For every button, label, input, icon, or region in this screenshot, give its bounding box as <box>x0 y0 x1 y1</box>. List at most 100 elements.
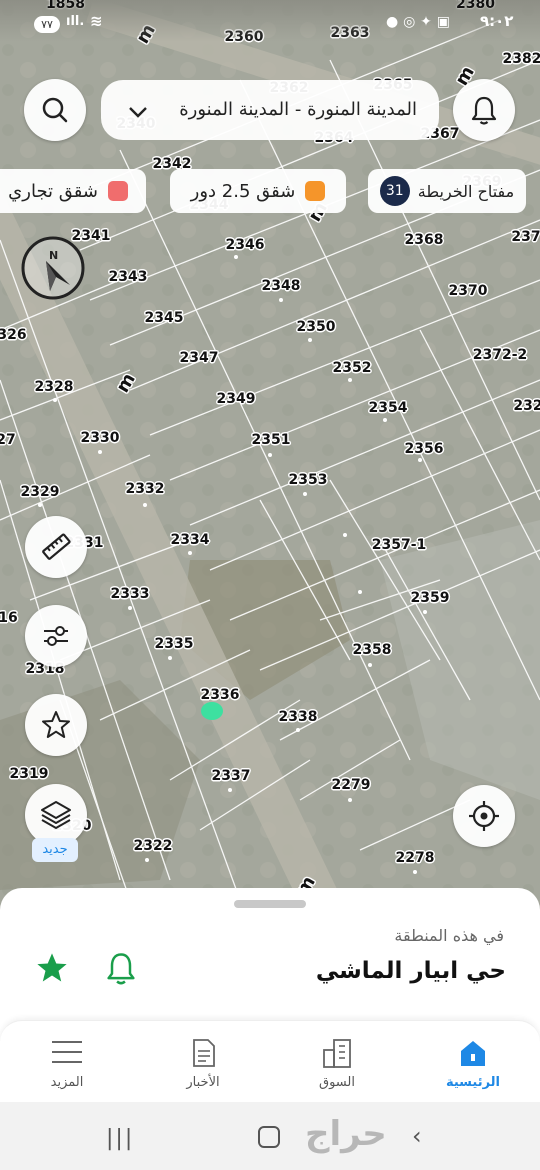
filter-commercial-label: شقق تجاري <box>8 180 98 202</box>
system-navigation-bar: ||| ‹ حراج <box>0 1102 540 1170</box>
battery-level: ٧٧ <box>41 18 53 31</box>
nav-home-label: الرئيسية <box>445 1075 501 1090</box>
nav-more-label: المزيد <box>50 1075 84 1090</box>
my-location-button[interactable] <box>453 785 515 847</box>
nav-news[interactable]: الأخبار <box>148 1021 258 1103</box>
wifi-icon: ≋ <box>90 12 103 30</box>
sliders-icon <box>44 626 68 646</box>
filter-apartments-label: شقق 2.5 دور <box>190 180 296 202</box>
area-alert-button[interactable] <box>104 950 144 990</box>
plot-number-label[interactable]: 2337 <box>212 768 251 784</box>
plot-number-label[interactable]: 2335 <box>155 636 194 652</box>
map-number-top-right: 2380 <box>456 0 495 12</box>
plot-number-label[interactable]: 2351 <box>252 432 291 448</box>
compass-button[interactable]: N <box>20 235 86 301</box>
map-key-label: مفتاح الخريطة <box>417 181 515 201</box>
plot-number-label[interactable]: 2343 <box>109 269 148 285</box>
plot-number-label[interactable]: 2333 <box>111 586 150 602</box>
plot-number-label[interactable]: 2330 <box>81 430 120 446</box>
plot-number-label[interactable]: 2336 <box>201 687 240 703</box>
search-icon <box>42 97 68 123</box>
plot-number-label[interactable]: 2350 <box>297 319 336 335</box>
measure-button[interactable] <box>25 516 87 578</box>
plot-number-label[interactable]: 2334 <box>171 532 210 548</box>
home-system-button[interactable] <box>258 1126 280 1148</box>
plot-number-label[interactable]: 2368 <box>405 232 444 248</box>
layers-button[interactable] <box>25 784 87 846</box>
bell-icon <box>471 96 497 125</box>
layers-icon <box>41 801 71 829</box>
plot-number-label[interactable]: 2338 <box>279 709 318 725</box>
plot-number-label[interactable]: 2382 <box>503 51 540 67</box>
plot-number-label[interactable]: 2347 <box>180 350 219 366</box>
nav-news-label: الأخبار <box>186 1075 220 1090</box>
svg-text:N: N <box>49 249 58 262</box>
nav-home[interactable]: الرئيسية <box>418 1021 528 1103</box>
plot-number-label[interactable]: 2354 <box>369 400 408 416</box>
filter-commercial-apartments[interactable]: شقق تجاري <box>0 169 146 213</box>
plot-number-label[interactable]: 2278 <box>396 850 435 866</box>
plot-number-label[interactable]: 232 <box>513 398 540 414</box>
plot-number-label[interactable]: 2358 <box>353 642 392 658</box>
plot-number-label[interactable]: 326 <box>0 327 27 343</box>
plot-number-label[interactable]: 2332 <box>126 481 165 497</box>
area-name: حي ابيار الماشي <box>315 958 506 984</box>
nav-market[interactable]: السوق <box>282 1021 392 1103</box>
ruler-icon <box>42 533 71 560</box>
bottom-navigation: المزيد الأخبار السوق الرئيسية <box>0 1020 540 1103</box>
plot-number-label[interactable]: 2370 <box>449 283 488 299</box>
favorites-button[interactable] <box>25 694 87 756</box>
plot-number-label[interactable]: 2372-2 <box>473 347 528 363</box>
battery-indicator: ٧٧ <box>34 16 60 33</box>
plot-number-label[interactable]: 27 <box>0 432 16 448</box>
crosshair-icon <box>469 801 499 831</box>
plot-number-label[interactable]: 2348 <box>262 278 301 294</box>
clock: ٩:٠٢ <box>480 12 514 30</box>
compass-icon: N <box>21 236 85 300</box>
plot-number-label[interactable]: 2328 <box>35 379 74 395</box>
menu-icon <box>52 1041 82 1063</box>
new-badge: جديد <box>32 838 78 862</box>
haraj-watermark: حراج <box>305 1114 387 1154</box>
commercial-color-dot <box>108 181 128 201</box>
plot-number-label[interactable]: 16 <box>0 610 18 626</box>
star-icon <box>42 711 70 738</box>
search-button[interactable] <box>24 79 86 141</box>
status-bar: 1858 ٧٧ ıll. ≋ 2380 ● ◎ ✦ ▣ ٩:٠٢ <box>0 0 540 42</box>
plot-number-label[interactable]: 2345 <box>145 310 184 326</box>
buildings-icon <box>323 1039 351 1068</box>
selected-plot-marker <box>201 702 223 720</box>
notification-icons: ● ◎ ✦ ▣ <box>386 14 451 30</box>
recent-apps-button[interactable]: ||| <box>106 1126 134 1151</box>
plot-number-label[interactable]: 2279 <box>332 777 371 793</box>
location-label: المدينة المنورة - المدينة المنورة <box>179 99 417 120</box>
plot-number-label[interactable]: 2359 <box>411 590 450 606</box>
signal-icon: ıll. <box>66 14 85 29</box>
nav-more[interactable]: المزيد <box>12 1021 122 1103</box>
nav-market-label: السوق <box>319 1075 355 1090</box>
filters-button[interactable] <box>25 605 87 667</box>
sheet-drag-handle[interactable] <box>234 900 306 908</box>
plot-number-label[interactable]: 237 <box>511 229 540 245</box>
plot-number-label[interactable]: 2353 <box>289 472 328 488</box>
plot-number-label[interactable]: 2319 <box>10 766 49 782</box>
favorite-area-button[interactable] <box>34 950 74 990</box>
apartments-color-dot <box>305 181 326 201</box>
plot-number-label[interactable]: 2329 <box>21 484 60 500</box>
plot-number-label[interactable]: 2357-1 <box>372 537 427 553</box>
notifications-button[interactable] <box>453 79 515 141</box>
back-system-button[interactable]: ‹ <box>412 1122 422 1150</box>
map-key-button[interactable]: 31 مفتاح الخريطة <box>368 169 526 213</box>
star-icon <box>37 953 67 982</box>
plot-number-label[interactable]: 2356 <box>405 441 444 457</box>
map-number-top-left: 1858 <box>46 0 85 12</box>
plot-number-label[interactable]: 2352 <box>333 360 372 376</box>
home-icon <box>461 1041 485 1066</box>
plot-number-label[interactable]: 2346 <box>226 237 265 253</box>
filter-apartments-2-5[interactable]: شقق 2.5 دور <box>170 169 346 213</box>
plot-number-label[interactable]: 2349 <box>217 391 256 407</box>
chevron-down-icon <box>129 107 147 118</box>
location-selector[interactable]: المدينة المنورة - المدينة المنورة <box>101 80 439 140</box>
plot-number-label[interactable]: 2322 <box>134 838 173 854</box>
map-key-count-badge: 31 <box>379 176 410 206</box>
